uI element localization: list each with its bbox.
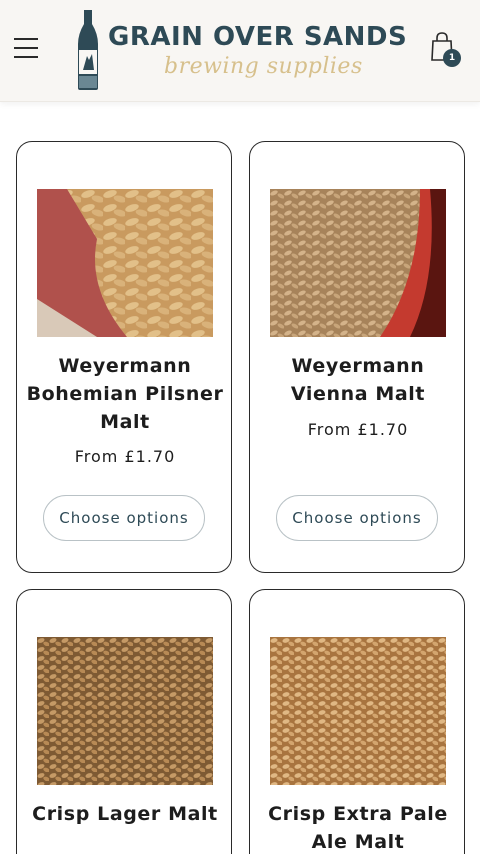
product-card[interactable]: Crisp Lager Malt — [16, 589, 232, 854]
product-price: From £1.70 — [307, 420, 409, 439]
cart-count-badge: 1 — [443, 49, 461, 67]
product-card[interactable]: Weyermann Vienna Malt From £1.70 Choose … — [249, 141, 465, 573]
product-card[interactable]: Weyermann Bohemian Pilsner Malt From £1.… — [16, 141, 232, 573]
product-image[interactable] — [270, 189, 446, 337]
product-title[interactable]: Weyermann Vienna Malt — [258, 352, 458, 408]
bottle-logo-icon — [78, 10, 98, 90]
product-title[interactable]: Crisp Lager Malt — [25, 800, 225, 828]
logo-title: GRAIN OVER SANDS — [108, 22, 408, 52]
product-image[interactable] — [270, 637, 446, 785]
product-price: From £1.70 — [74, 447, 176, 466]
logo-subtitle: brewing supplies — [164, 54, 363, 79]
cart-button[interactable]: 1 — [428, 32, 464, 72]
product-card[interactable]: Crisp Extra Pale Ale Malt — [249, 589, 465, 854]
hamburger-menu-icon[interactable] — [14, 38, 40, 62]
site-header: GRAIN OVER SANDS brewing supplies 1 — [0, 0, 480, 102]
site-logo[interactable]: GRAIN OVER SANDS brewing supplies — [76, 10, 416, 90]
product-image[interactable] — [37, 637, 213, 785]
product-title[interactable]: Crisp Extra Pale Ale Malt — [258, 800, 458, 854]
product-title[interactable]: Weyermann Bohemian Pilsner Malt — [25, 352, 225, 436]
choose-options-button[interactable]: Choose options — [276, 495, 438, 541]
product-image[interactable] — [37, 189, 213, 337]
choose-options-button[interactable]: Choose options — [43, 495, 205, 541]
